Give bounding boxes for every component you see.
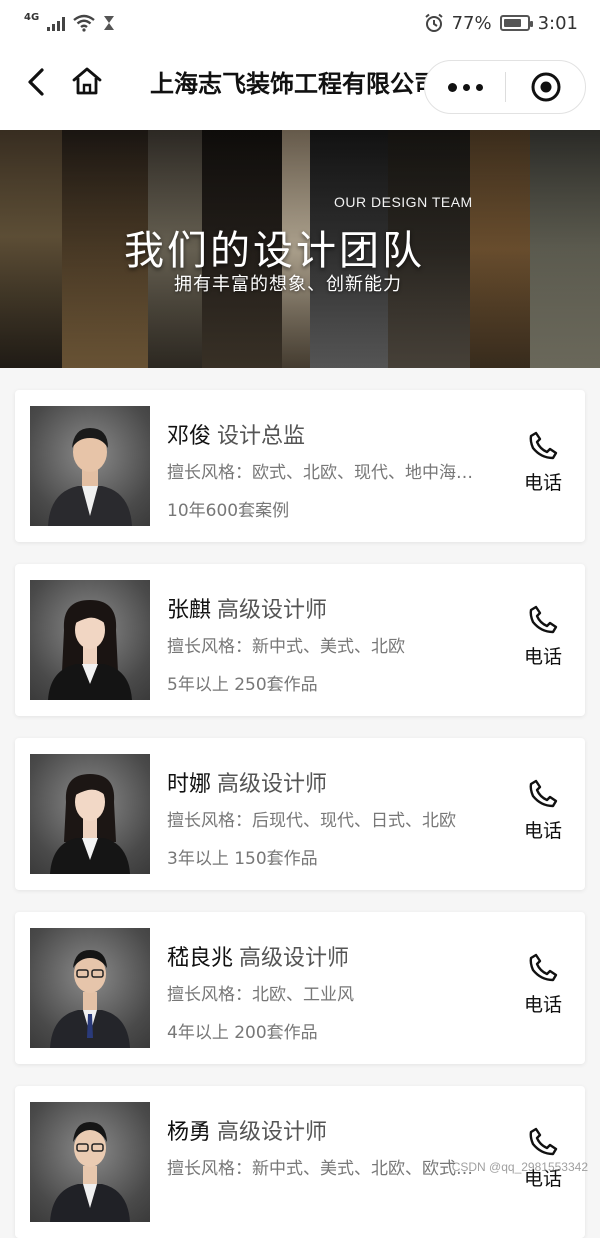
phone-icon: [529, 431, 558, 460]
mini-program-capsule: [424, 60, 586, 114]
call-button[interactable]: 电话: [515, 952, 571, 1022]
hourglass-icon: [104, 16, 115, 30]
battery-percent: 77%: [451, 12, 492, 34]
designer-styles: 擅长风格：北欧、工业风: [167, 985, 354, 1005]
designer-role: 高级设计师: [239, 946, 350, 971]
designer-role: 设计总监: [217, 424, 306, 449]
designer-name-line: 时娜 高级设计师: [167, 766, 327, 798]
designer-experience: 4年以上 200套作品: [167, 1023, 318, 1043]
home-icon[interactable]: [70, 64, 104, 98]
battery-level: [503, 19, 521, 27]
designer-photo: [30, 928, 150, 1048]
battery-icon: [499, 15, 533, 31]
phone-icon: [529, 605, 558, 634]
designer-photo: [30, 580, 150, 700]
phone-icon: [529, 953, 558, 982]
call-label: 电话: [523, 472, 562, 494]
call-label: 电话: [523, 820, 562, 842]
clock-time: 3:01: [537, 12, 578, 34]
phone-icon: [529, 1127, 558, 1156]
wifi-icon: [73, 14, 95, 32]
navigation-bar: 上海志飞装饰工程有限公司: [0, 46, 600, 130]
designer-experience: 5年以上 250套作品: [167, 675, 318, 695]
close-mini-program-icon[interactable]: [506, 61, 585, 113]
designer-photo: [30, 1102, 150, 1222]
watermark: CSDN @qq_2981553342: [451, 1160, 588, 1174]
designer-name: 杨勇: [167, 1120, 212, 1145]
more-dots-icon[interactable]: [425, 61, 505, 113]
status-bar: 4G 77% 3:01: [0, 0, 600, 46]
banner-tagline: 拥有丰富的想象、创新能力: [174, 274, 402, 295]
network-type: 4G: [24, 11, 40, 23]
designer-role: 高级设计师: [217, 772, 328, 797]
call-label: 电话: [523, 994, 562, 1016]
designer-name: 时娜: [167, 772, 212, 797]
designer-photo: [30, 754, 150, 874]
designer-role: 高级设计师: [217, 1120, 328, 1145]
designer-experience: 3年以上 150套作品: [167, 849, 318, 869]
designer-name-line: 张麒 高级设计师: [167, 592, 327, 624]
designer-card[interactable]: 张麒 高级设计师 擅长风格：新中式、美式、北欧 5年以上 250套作品 电话: [15, 564, 585, 716]
call-button[interactable]: 电话: [515, 430, 571, 500]
page-title: 上海志飞装饰工程有限公司: [150, 70, 438, 98]
phone-icon: [529, 779, 558, 808]
designer-styles: 擅长风格：新中式、美式、北欧: [167, 637, 405, 657]
designer-styles: 擅长风格：欧式、北欧、现代、地中海…: [167, 463, 473, 483]
designer-name: 邓俊: [167, 424, 212, 449]
designer-experience: 10年600套案例: [167, 501, 290, 521]
call-button[interactable]: 电话: [515, 778, 571, 848]
designer-card[interactable]: 嵇良兆 高级设计师 擅长风格：北欧、工业风 4年以上 200套作品 电话: [15, 912, 585, 1064]
designer-photo: [30, 406, 150, 526]
designer-name-line: 邓俊 设计总监: [167, 418, 305, 450]
call-button[interactable]: 电话: [515, 604, 571, 674]
designer-name-line: 杨勇 高级设计师: [167, 1114, 327, 1146]
designer-name-line: 嵇良兆 高级设计师: [167, 940, 349, 972]
banner-subtitle: OUR DESIGN TEAM: [334, 194, 473, 210]
status-right: 77% 3:01: [424, 13, 578, 34]
design-team-banner: OUR DESIGN TEAM 我们的设计团队 拥有丰富的想象、创新能力: [0, 130, 600, 368]
back-arrow-icon[interactable]: [22, 66, 54, 98]
designer-card[interactable]: 时娜 高级设计师 擅长风格：后现代、现代、日式、北欧 3年以上 150套作品 电话: [15, 738, 585, 890]
designer-card[interactable]: 邓俊 设计总监 擅长风格：欧式、北欧、现代、地中海… 10年600套案例 电话: [15, 390, 585, 542]
designer-styles: 擅长风格：后现代、现代、日式、北欧: [167, 811, 456, 831]
designer-name: 嵇良兆: [167, 946, 234, 971]
alarm-icon: [424, 13, 443, 32]
status-left: 4G: [24, 11, 115, 32]
designer-name: 张麒: [167, 598, 212, 623]
designer-role: 高级设计师: [217, 598, 328, 623]
call-label: 电话: [523, 646, 562, 668]
banner-title: 我们的设计团队: [124, 228, 425, 274]
signal-icon: [47, 15, 66, 31]
